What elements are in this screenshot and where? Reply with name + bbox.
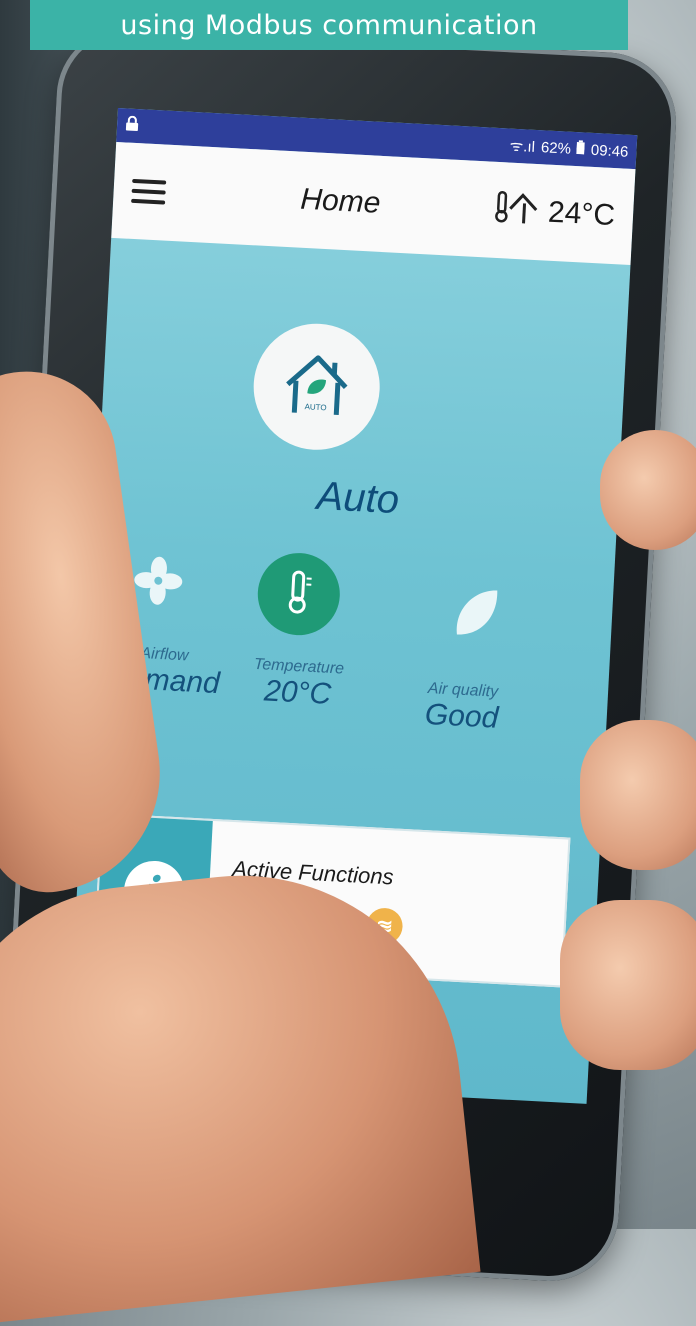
hamburger-icon[interactable] — [131, 178, 167, 205]
air-quality-value: Good — [424, 697, 500, 735]
mode-icon-text: AUTO — [304, 402, 327, 412]
mode-button[interactable]: AUTO — [250, 320, 383, 453]
battery-level: 62% — [540, 138, 572, 158]
fan-icon — [132, 554, 185, 612]
air-quality-stat: Air quality Good — [386, 678, 539, 738]
finger-2 — [580, 720, 696, 870]
finger-1 — [600, 430, 696, 550]
page-title: Home — [299, 182, 382, 220]
banner-caption: using Modbus communication — [30, 0, 628, 50]
house-leaf-icon: AUTO — [280, 349, 354, 424]
thermometer-icon — [283, 569, 316, 620]
leaf-icon — [450, 584, 501, 647]
temperature-stat: Temperature 20°C — [222, 654, 375, 714]
mode-label: Auto — [315, 473, 401, 523]
status-time: 09:46 — [590, 141, 629, 161]
header-temperature: 24°C — [547, 195, 616, 233]
thermometer-house-icon — [493, 188, 541, 234]
indoor-temperature: 24°C — [493, 188, 616, 238]
temperature-button[interactable] — [255, 551, 342, 638]
lock-icon — [125, 115, 140, 136]
signal-icon: ᯤ.ıl — [509, 137, 536, 156]
battery-icon — [576, 140, 586, 158]
temperature-value: 20°C — [263, 674, 332, 711]
finger-3 — [560, 900, 696, 1070]
